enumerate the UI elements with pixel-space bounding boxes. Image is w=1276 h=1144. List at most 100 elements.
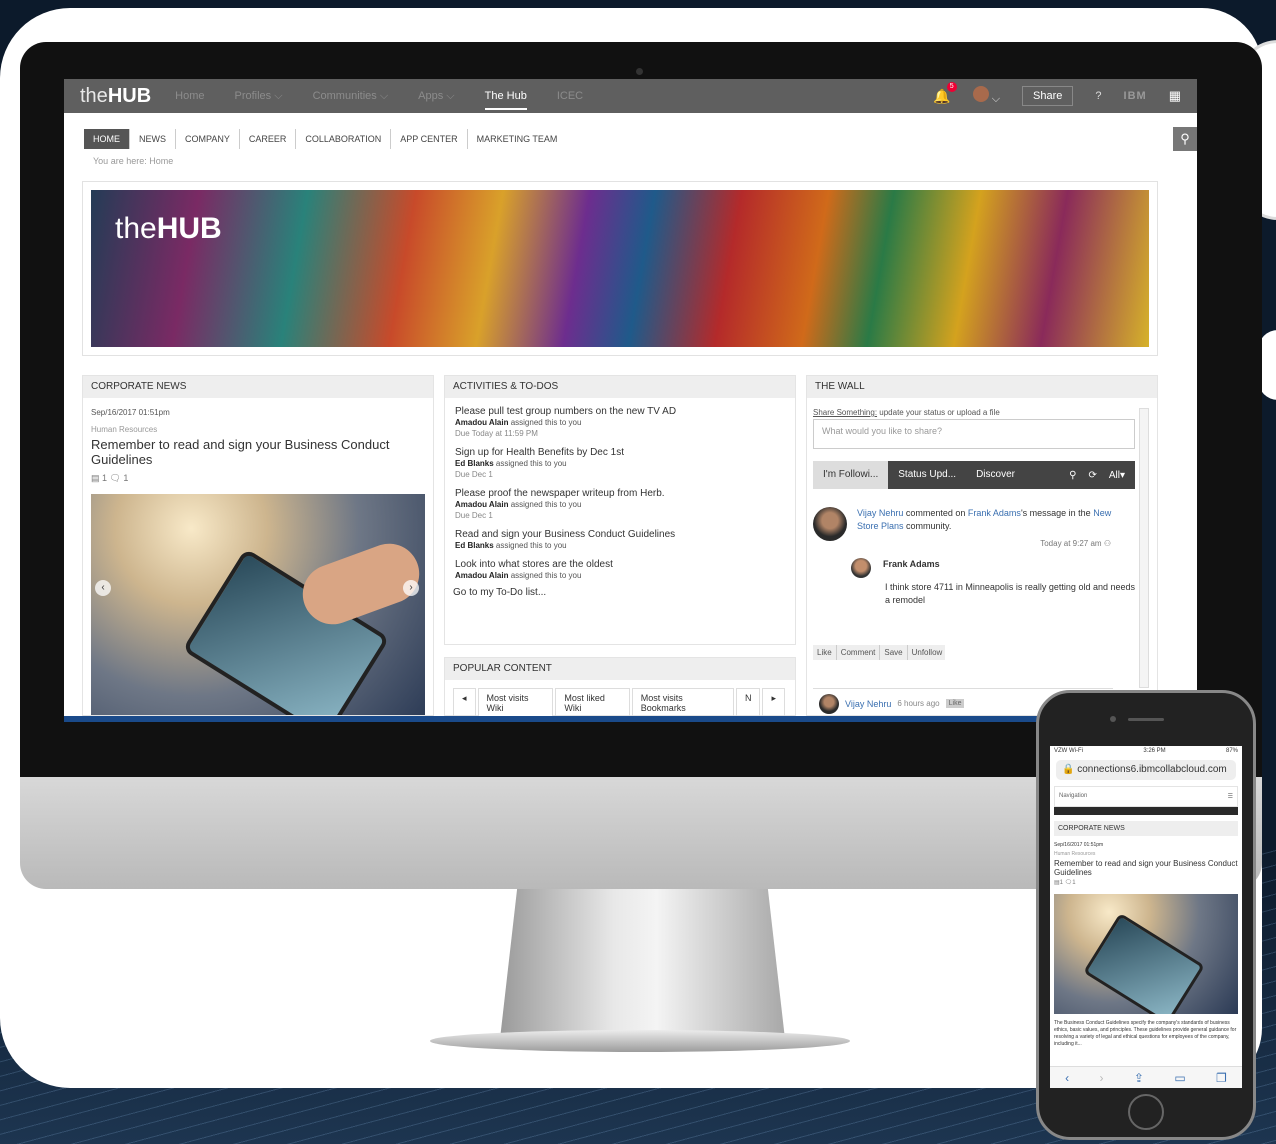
tab-company[interactable]: COMPANY (176, 129, 240, 149)
todo-assignee[interactable]: Amadou Alain (455, 571, 508, 580)
app-logo[interactable]: theHUB (80, 85, 151, 108)
bookmarks-icon[interactable]: ▭ (1174, 1071, 1185, 1085)
like-button[interactable]: Like (813, 645, 837, 660)
news-image[interactable]: ‹ › (91, 494, 428, 715)
news-meta: ▤ 1 🗨 1 (91, 473, 129, 483)
todo-assignee[interactable]: Amadou Alain (455, 500, 508, 509)
chevron-right-icon[interactable]: › (403, 580, 419, 596)
post-verb: commented on (903, 508, 968, 518)
app-grid-icon[interactable]: ▦ (1169, 88, 1181, 104)
breadcrumb: You are here: Home (93, 156, 174, 166)
share-input[interactable]: What would you like to share? (813, 419, 1135, 449)
tab-most-visits-wiki[interactable]: Most visits Wiki (477, 688, 554, 716)
tab-news[interactable]: NEWS (130, 129, 176, 149)
tab-most-liked-wiki[interactable]: Most liked Wiki (555, 688, 630, 716)
nav-profiles[interactable]: Profiles ⌵ (235, 90, 283, 103)
share-hint: update your status or upload a file (877, 408, 1000, 417)
the-wall-panel: THE WALL Share Something: update your st… (806, 375, 1158, 716)
list-item[interactable]: Read and sign your Business Conduct Guid… (455, 529, 785, 551)
filter-dropdown[interactable]: All▾ (1109, 470, 1125, 481)
phone-news-category[interactable]: Human Resources (1054, 851, 1238, 857)
chevron-right-icon[interactable]: ▸ (762, 688, 786, 716)
news-category[interactable]: Human Resources (91, 425, 425, 434)
refresh-icon[interactable]: ⟳ (1088, 470, 1096, 481)
todo-due: Due Dec 1 (455, 470, 493, 479)
tab-most-visits-bookmarks[interactable]: Most visits Bookmarks (631, 688, 734, 716)
todo-assignee[interactable]: Ed Blanks (455, 541, 494, 550)
post-target[interactable]: Frank Adams (968, 508, 1021, 518)
wall-scrollbar[interactable] (1139, 408, 1149, 688)
phone-news-meta: ▤1 🗨1 (1054, 880, 1076, 886)
todo-assignee-line: Ed Blanks assigned this to you (455, 540, 785, 551)
todo-title: Sign up for Health Benefits by Dec 1st (455, 447, 624, 458)
topbar-tools: 🔔 5 ⌵ Share ? IBM ▦ (933, 81, 1181, 106)
chevron-left-icon[interactable]: ‹ (95, 580, 111, 596)
list-item[interactable]: Look into what stores are the oldest Ama… (455, 559, 785, 581)
url-text: connections6.ibmcollabcloud.com (1077, 764, 1227, 775)
the-wall-header: THE WALL (807, 376, 1157, 398)
community-icon: ⚇ (1103, 539, 1111, 548)
todo-assigned-text: assigned this to you (508, 418, 582, 427)
share-button[interactable]: Share (1022, 86, 1074, 106)
search-icon[interactable]: ⚲ (1173, 127, 1197, 151)
post-author[interactable]: Vijay Nehru (845, 699, 891, 709)
help-icon[interactable]: ? (1095, 90, 1101, 102)
reply-author[interactable]: Frank Adams (883, 558, 1135, 571)
list-item[interactable]: Sign up for Health Benefits by Dec 1st E… (455, 447, 785, 480)
avatar[interactable] (813, 507, 847, 541)
like-badge[interactable]: Like (945, 699, 965, 708)
phone-news-image[interactable] (1054, 894, 1238, 1014)
nav-the-hub[interactable]: The Hub (484, 90, 527, 110)
save-button[interactable]: Save (880, 645, 908, 660)
phone-banner (1054, 807, 1238, 815)
bell-icon[interactable]: 🔔 5 (933, 81, 957, 105)
phone-news-title[interactable]: Remember to read and sign your Business … (1054, 859, 1238, 877)
list-item[interactable]: Please pull test group numbers on the ne… (455, 406, 785, 439)
phone-navigation[interactable]: Navigation ☰ (1054, 786, 1238, 807)
forward-icon[interactable]: › (1100, 1071, 1104, 1085)
todo-list: Please pull test group numbers on the ne… (445, 406, 795, 581)
monitor-foot (430, 1030, 850, 1052)
tab-marketing-team[interactable]: MARKETING TEAM (468, 129, 567, 149)
post-reply: Frank Adams I think store 4711 in Minnea… (851, 558, 1135, 607)
tab-home[interactable]: HOME (84, 129, 130, 149)
unfollow-button[interactable]: Unfollow (908, 645, 947, 660)
share-icon[interactable]: ⇪ (1134, 1071, 1144, 1085)
nav-icec[interactable]: ICEC (557, 90, 583, 102)
todo-assignee[interactable]: Amadou Alain (455, 418, 508, 427)
home-button[interactable] (1128, 1094, 1164, 1130)
search-icon[interactable]: ⚲ (1069, 470, 1076, 481)
wall-post: Vijay Nehru commented on Frank Adams's m… (813, 507, 1135, 607)
monitor-stand (500, 889, 785, 1039)
todo-list-link[interactable]: Go to my To-Do list... (453, 587, 787, 598)
nav-home[interactable]: Home (175, 90, 204, 102)
avatar[interactable] (851, 558, 871, 578)
phone-browser-toolbar: ‹ › ⇪ ▭ ❐ (1050, 1066, 1242, 1088)
post-actions: Like Comment Save Unfollow (813, 645, 945, 660)
todo-assignee[interactable]: Ed Blanks (455, 459, 494, 468)
tab-discover[interactable]: Discover (966, 461, 1025, 489)
post-author[interactable]: Vijay Nehru (857, 508, 903, 518)
tabs-icon[interactable]: ❐ (1216, 1071, 1227, 1085)
tab-im-following[interactable]: I'm Followi... (813, 461, 889, 489)
nav-communities[interactable]: Communities ⌵ (313, 90, 389, 103)
tab-status-updates[interactable]: Status Upd... (888, 461, 966, 489)
back-icon[interactable]: ‹ (1065, 1071, 1069, 1085)
todo-title: Look into what stores are the oldest (455, 559, 613, 570)
comment-button[interactable]: Comment (837, 645, 881, 660)
hamburger-icon[interactable]: ☰ (1228, 793, 1233, 800)
avatar[interactable] (819, 693, 839, 714)
tab-more[interactable]: N (735, 688, 761, 716)
chevron-down-icon: ⌵ (991, 93, 1001, 105)
reply-text: I think store 4711 in Minneapolis is rea… (885, 582, 1135, 605)
address-bar[interactable]: 🔒 connections6.ibmcollabcloud.com (1056, 760, 1236, 780)
chevron-left-icon[interactable]: ◂ (453, 688, 476, 716)
news-title[interactable]: Remember to read and sign your Business … (91, 437, 425, 467)
carrier: VZW Wi-Fi (1054, 748, 1083, 754)
tab-app-center[interactable]: APP CENTER (391, 129, 468, 149)
tab-career[interactable]: CAREER (240, 129, 297, 149)
user-menu[interactable]: ⌵ (972, 86, 1001, 106)
nav-apps[interactable]: Apps ⌵ (418, 90, 454, 103)
list-item[interactable]: Please proof the newspaper writeup from … (455, 488, 785, 521)
tab-collaboration[interactable]: COLLABORATION (296, 129, 392, 149)
